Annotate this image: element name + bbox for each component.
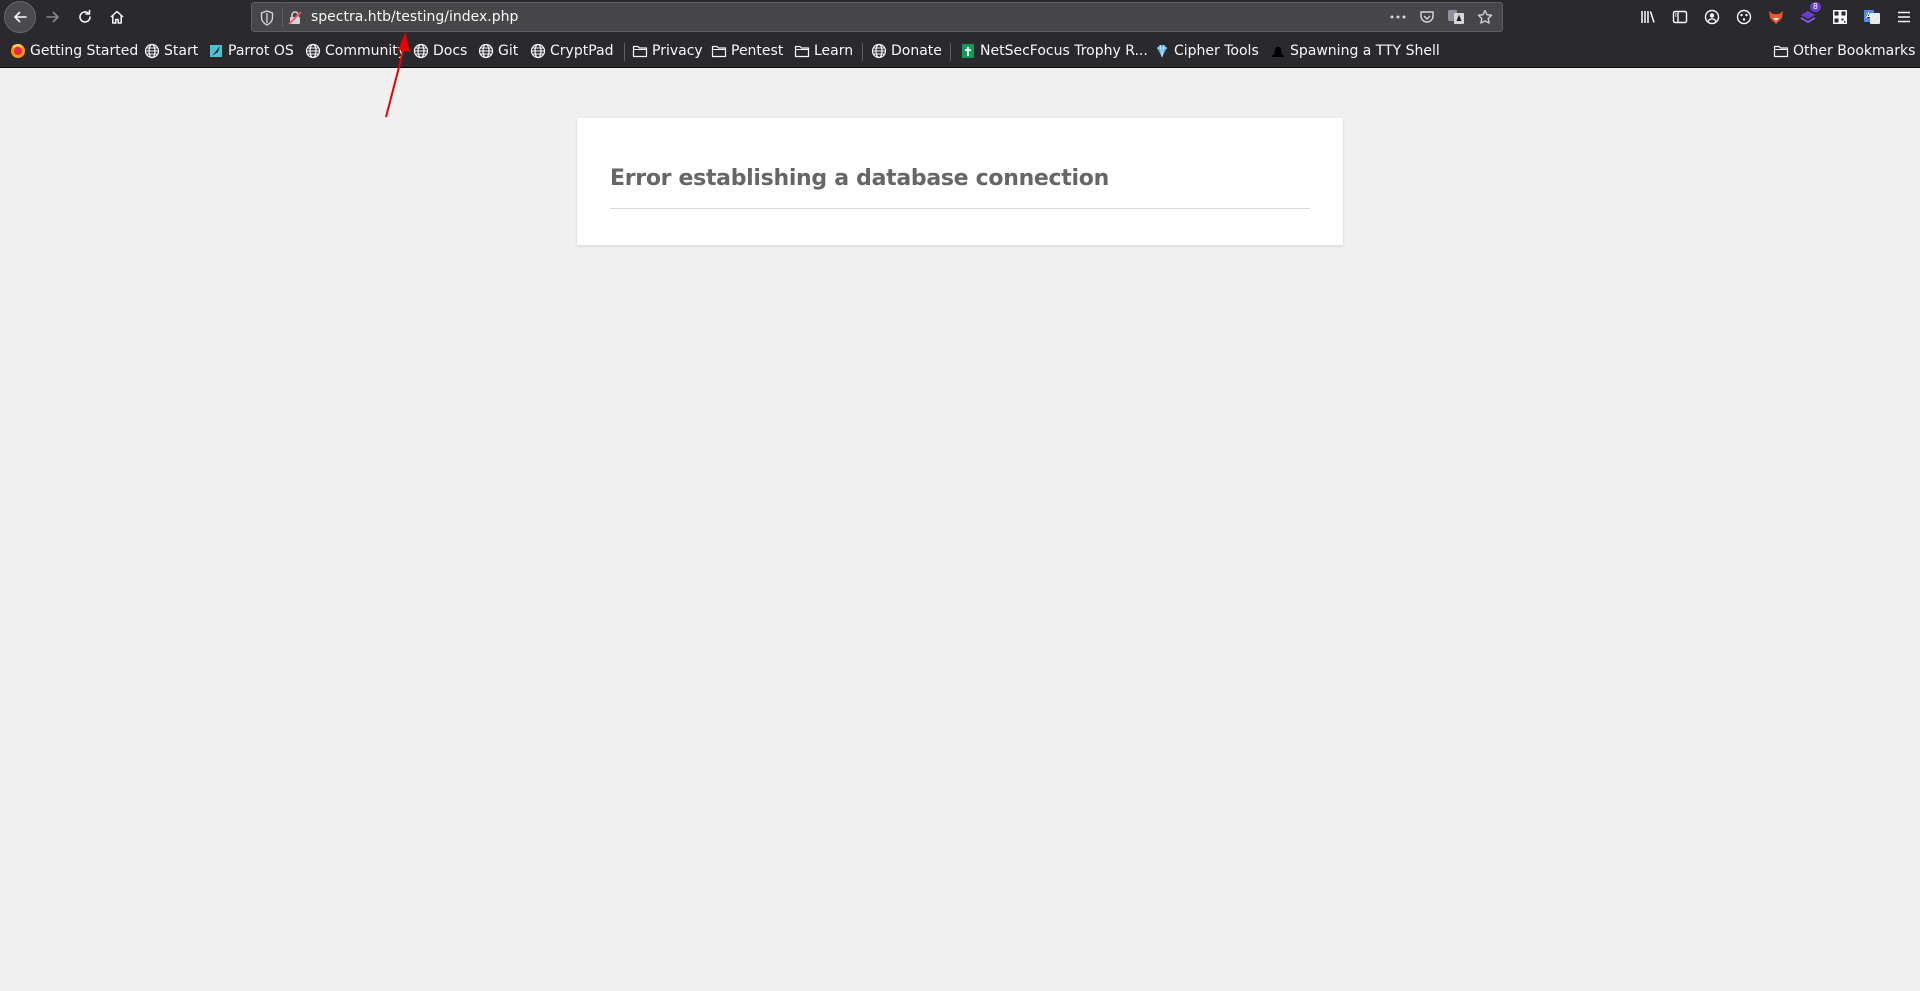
other-bookmarks-label: Other Bookmarks <box>1793 43 1916 59</box>
bookmark-label: Git <box>498 43 519 59</box>
urlbar-separator <box>282 7 283 27</box>
reload-icon <box>79 9 91 23</box>
bookmark-folder-pentest[interactable]: Pentest <box>711 39 783 63</box>
error-card: Error establishing a database connection <box>577 118 1343 245</box>
url-bar[interactable]: spectra.htb/testing/index.php <box>251 2 1503 32</box>
bookmark-label: Cipher Tools <box>1174 43 1259 59</box>
error-divider <box>610 208 1310 209</box>
folder-icon <box>794 43 810 59</box>
globe-icon <box>871 43 887 59</box>
annotation-arrow <box>385 32 410 118</box>
bookmark-cipher-tools[interactable]: Cipher Tools <box>1154 39 1259 63</box>
bookmark-label: Docs <box>433 43 468 59</box>
bookmark-separator <box>624 43 625 61</box>
extension-badge: 8 <box>1809 2 1821 12</box>
bookmark-docs[interactable]: Docs <box>413 39 467 63</box>
bookmark-spawning-tty-shell[interactable]: Spawning a TTY Shell <box>1270 39 1440 63</box>
bookmark-folder-learn[interactable]: Learn <box>794 39 853 63</box>
bookmark-getting-started[interactable]: Getting Started <box>10 39 138 63</box>
bookmark-start[interactable]: Start <box>144 39 198 63</box>
bookmark-netsecfocus[interactable]: NetSecFocus Trophy R... <box>960 39 1148 63</box>
forward-button[interactable] <box>37 1 69 33</box>
parrot-icon <box>208 43 224 59</box>
wappalyzer-icon[interactable]: 8 <box>1792 1 1824 33</box>
back-arrow-icon <box>14 11 27 23</box>
bookmark-git[interactable]: Git <box>478 39 518 63</box>
home-button[interactable] <box>101 1 133 33</box>
bookmark-folder-privacy[interactable]: Privacy <box>632 39 703 63</box>
bookmark-label: Parrot OS <box>228 43 294 59</box>
browser-toolbar: spectra.htb/testing/index.php 8 <box>0 0 1920 34</box>
folder-icon <box>632 43 648 59</box>
home-icon <box>110 10 124 24</box>
menu-icon[interactable] <box>1888 1 1920 33</box>
qr-code-icon[interactable] <box>1824 1 1856 33</box>
translate-page-icon[interactable] <box>1447 8 1465 26</box>
globe-icon <box>530 43 546 59</box>
bookmark-cryptpad[interactable]: CryptPad <box>530 39 613 63</box>
page-actions-icon[interactable] <box>1389 8 1407 26</box>
globe-icon <box>305 43 321 59</box>
url-actions <box>1389 8 1494 26</box>
sidebar-icon[interactable] <box>1664 1 1696 33</box>
bookmark-donate[interactable]: Donate <box>871 39 942 63</box>
gem-icon <box>1154 43 1170 59</box>
bookmark-label: Spawning a TTY Shell <box>1290 43 1440 59</box>
bookmark-star-icon[interactable] <box>1476 8 1494 26</box>
bookmark-label: Learn <box>814 43 854 59</box>
forward-arrow-icon <box>46 11 59 23</box>
bookmarks-toolbar: Getting Started Start Parrot OS Communit… <box>0 34 1920 68</box>
toolbar-right-icons: 8 <box>1632 0 1920 34</box>
bookmark-separator <box>862 43 863 61</box>
extensions-icon[interactable] <box>1728 1 1760 33</box>
globe-icon <box>478 43 494 59</box>
hat-icon <box>1270 43 1286 59</box>
bookmark-separator <box>950 43 951 61</box>
tracking-protection-icon[interactable] <box>260 10 274 30</box>
library-icon[interactable] <box>1632 1 1664 33</box>
firefox-icon <box>10 43 26 59</box>
folder-icon <box>711 43 727 59</box>
bookmark-label: CryptPad <box>550 43 614 59</box>
globe-icon <box>144 43 160 59</box>
reload-button[interactable] <box>69 1 101 33</box>
bookmark-label: Getting Started <box>30 43 139 59</box>
bookmark-parrot-os[interactable]: Parrot OS <box>208 39 294 63</box>
other-bookmarks[interactable]: Other Bookmarks <box>1773 39 1915 63</box>
bookmark-label: Pentest <box>731 43 784 59</box>
bookmark-label: Donate <box>891 43 942 59</box>
insecure-connection-icon[interactable] <box>287 10 303 30</box>
bookmark-label: Start <box>164 43 199 59</box>
folder-icon <box>1773 43 1789 59</box>
back-button[interactable] <box>4 1 36 33</box>
bookmark-label: NetSecFocus Trophy R... <box>980 43 1148 59</box>
error-message: Error establishing a database connection <box>610 166 1109 191</box>
sheet-icon <box>960 43 976 59</box>
bookmark-label: Privacy <box>652 43 703 59</box>
translate-icon[interactable] <box>1856 1 1888 33</box>
foxyproxy-icon[interactable] <box>1760 1 1792 33</box>
pocket-icon[interactable] <box>1418 8 1436 26</box>
account-icon[interactable] <box>1696 1 1728 33</box>
